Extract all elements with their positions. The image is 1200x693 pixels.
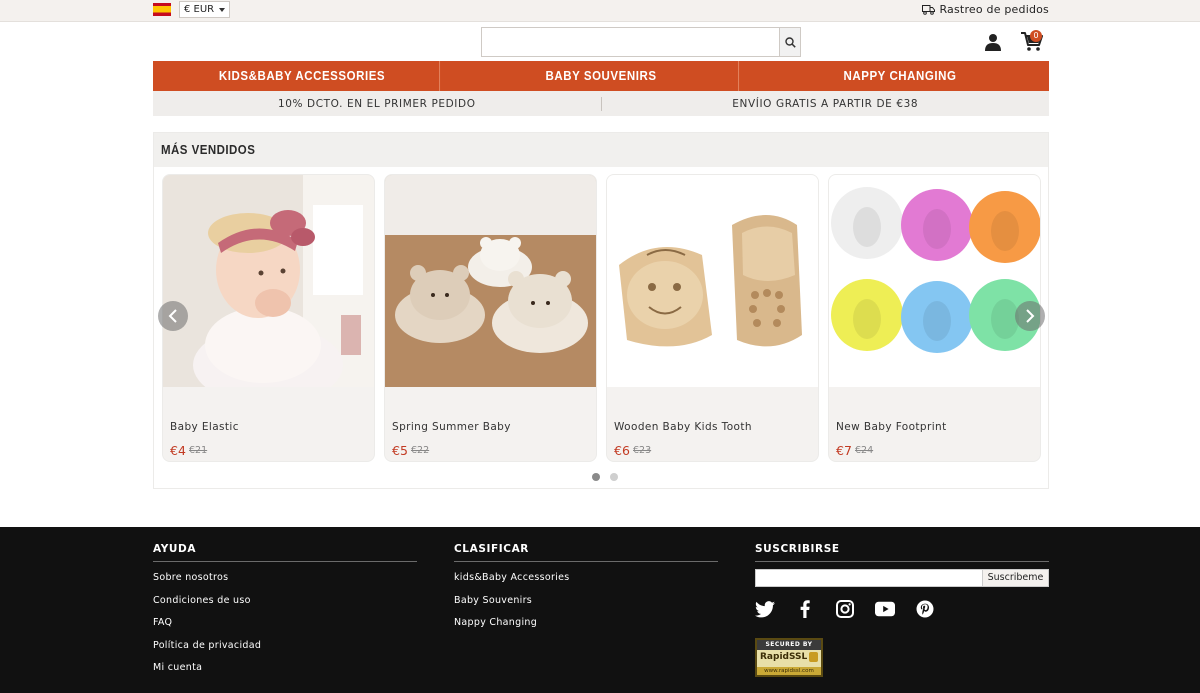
instagram-icon[interactable] — [835, 599, 855, 619]
nav-nappy-changing[interactable]: NAPPY CHANGING — [763, 61, 1037, 91]
ssl-badge-name: RapidSSL — [760, 652, 808, 662]
cart-count-badge: 0 — [1030, 30, 1042, 42]
footer-link-baby-souvenirs[interactable]: Baby Souvenirs — [454, 595, 718, 608]
top-bar: € EUR Rastreo de pedidos — [0, 0, 1200, 22]
product-image-bear-hats[interactable] — [385, 175, 596, 387]
order-tracking-label: Rastreo de pedidos — [939, 3, 1049, 16]
product-name[interactable]: Baby Elastic — [170, 421, 239, 433]
ssl-badge-url: www.rapidssl.com — [757, 667, 821, 675]
facebook-icon[interactable] — [795, 599, 815, 619]
product-old-price: €23 — [633, 445, 652, 456]
ssl-badge-top: SECURED BY — [757, 640, 821, 650]
product-price: €4 — [170, 443, 186, 458]
section-header: MÁS VENDIDOS — [154, 133, 1048, 167]
nav-kids-baby-accessories[interactable]: KIDS&BABY ACCESSORIES — [165, 61, 441, 91]
truck-icon — [922, 4, 936, 15]
youtube-icon[interactable] — [875, 599, 895, 619]
twitter-icon[interactable] — [755, 599, 775, 619]
footer-link-privacy[interactable]: Política de privacidad — [153, 640, 417, 653]
spain-flag-icon[interactable] — [153, 3, 171, 16]
product-image-footprint-clay[interactable] — [829, 175, 1040, 387]
section-title: MÁS VENDIDOS — [161, 143, 256, 157]
product-image-baby-headband[interactable] — [163, 175, 374, 387]
product-price: €6 — [614, 443, 630, 458]
bestsellers-section: MÁS VENDIDOS Baby Elastic €4 €21 Spring … — [153, 132, 1049, 489]
rapidssl-badge[interactable]: SECURED BY RapidSSL www.rapidssl.com — [755, 638, 823, 677]
search-button[interactable] — [779, 28, 800, 56]
product-image-tooth-box[interactable] — [607, 175, 818, 387]
carousel-pagination — [592, 473, 618, 481]
search-input[interactable] — [482, 28, 780, 56]
product-old-price: €21 — [189, 445, 208, 456]
footer-help-title: AYUDA — [153, 543, 417, 562]
product-card[interactable]: Wooden Baby Kids Tooth €6 €23 — [606, 174, 819, 462]
promo-free-shipping: ENVÍIO GRATIS A PARTIR DE €38 — [732, 97, 919, 110]
product-name[interactable]: Wooden Baby Kids Tooth — [614, 421, 752, 433]
footer-classify-column: CLASIFICAR kids&Baby Accessories Baby So… — [454, 543, 718, 630]
product-card[interactable]: Baby Elastic €4 €21 — [162, 174, 375, 462]
carousel-prev-button[interactable] — [158, 301, 188, 331]
newsletter-email-input[interactable] — [755, 569, 983, 587]
footer-link-terms[interactable]: Condiciones de uso — [153, 595, 417, 608]
promo-bar: 10% DCTO. EN EL PRIMER PEDIDO ENVÍIO GRA… — [153, 91, 1049, 116]
caret-down-icon — [219, 7, 226, 12]
footer: AYUDA Sobre nosotros Condiciones de uso … — [0, 527, 1200, 693]
footer-link-nappy-changing[interactable]: Nappy Changing — [454, 617, 718, 630]
chevron-left-icon — [168, 309, 177, 323]
product-price: €5 — [392, 443, 408, 458]
social-links — [755, 599, 935, 619]
category-nav: KIDS&BABY ACCESSORIES BABY SOUVENIRS NAP… — [153, 61, 1049, 91]
footer-link-account[interactable]: Mi cuenta — [153, 662, 417, 675]
footer-subscribe-column: SUSCRIBIRSE Suscribeme SECURED BY RapidS… — [755, 543, 1049, 683]
product-card[interactable]: New Baby Footprint €7 €24 — [828, 174, 1041, 462]
search-icon — [784, 36, 796, 48]
nav-baby-souvenirs[interactable]: BABY SOUVENIRS — [464, 61, 740, 91]
product-name[interactable]: Spring Summer Baby — [392, 421, 511, 433]
product-card[interactable]: Spring Summer Baby €5 €22 — [384, 174, 597, 462]
footer-help-column: AYUDA Sobre nosotros Condiciones de uso … — [153, 543, 417, 675]
subscribe-button[interactable]: Suscribeme — [982, 569, 1049, 587]
currency-selector[interactable]: € EUR — [179, 1, 231, 18]
footer-subscribe-title: SUSCRIBIRSE — [755, 543, 1049, 562]
product-price: €7 — [836, 443, 852, 458]
chevron-right-icon — [1026, 309, 1035, 323]
carousel-dot-1[interactable] — [592, 473, 600, 481]
search-box — [481, 27, 801, 57]
promo-discount: 10% DCTO. EN EL PRIMER PEDIDO — [277, 97, 476, 110]
lock-icon — [809, 652, 818, 662]
product-name[interactable]: New Baby Footprint — [836, 421, 947, 433]
footer-link-about[interactable]: Sobre nosotros — [153, 572, 417, 585]
user-account-icon[interactable] — [984, 33, 1002, 51]
product-old-price: €24 — [855, 445, 874, 456]
currency-label: € EUR — [184, 4, 215, 15]
footer-link-faq[interactable]: FAQ — [153, 617, 417, 630]
order-tracking-link[interactable]: Rastreo de pedidos — [922, 3, 1049, 16]
footer-link-kids-baby-accessories[interactable]: kids&Baby Accessories — [454, 572, 718, 585]
footer-classify-title: CLASIFICAR — [454, 543, 718, 562]
carousel-next-button[interactable] — [1015, 301, 1045, 331]
pinterest-icon[interactable] — [915, 599, 935, 619]
carousel-dot-2[interactable] — [610, 473, 618, 481]
product-old-price: €22 — [411, 445, 430, 456]
